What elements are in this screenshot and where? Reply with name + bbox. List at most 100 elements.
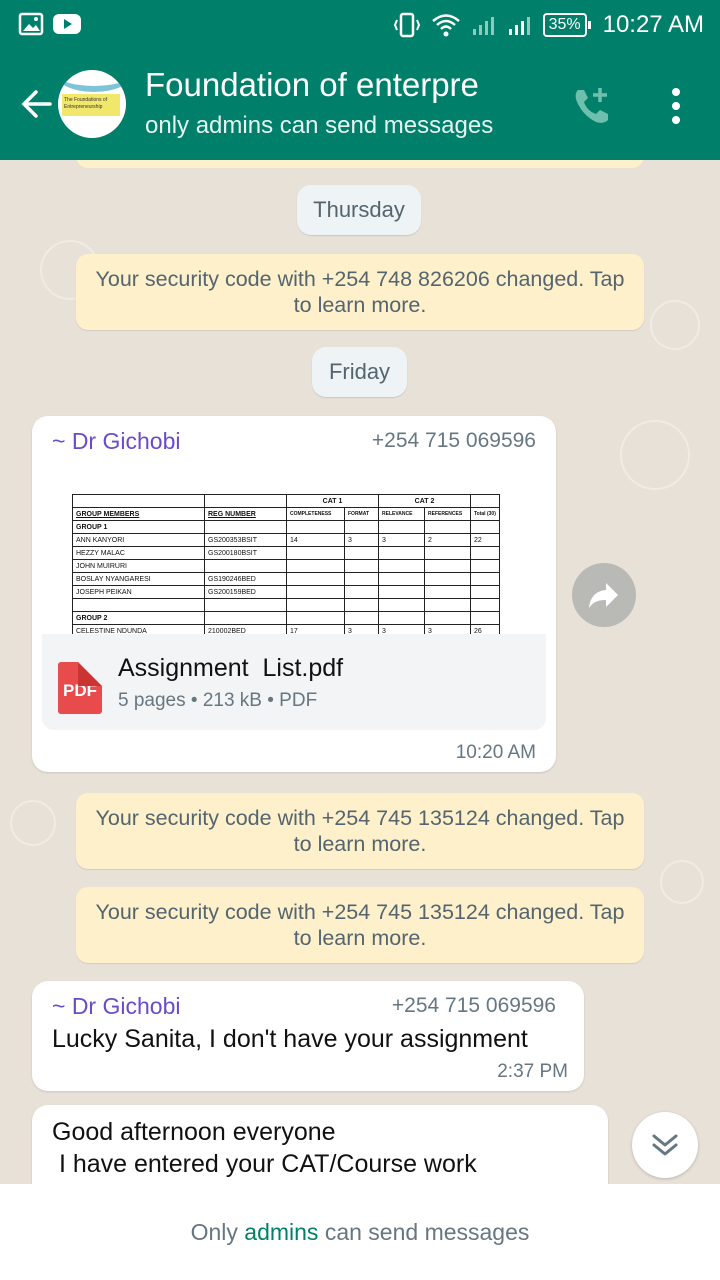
preview-cell: JOHN MUIRURI [72, 559, 205, 573]
preview-group-header: CAT 2 [378, 494, 471, 508]
chat-title[interactable]: Foundation of enterpre [145, 66, 565, 104]
file-info[interactable]: PDF Assignment List.pdf 5 pages • 213 kB… [42, 634, 546, 730]
preview-row: GROUP 2 [72, 611, 500, 625]
preview-row: BOSLAY NYANGARESI GS190246BED [72, 572, 500, 586]
security-notice[interactable]: Your security code with +254 745 135124 … [76, 793, 644, 869]
preview-cell: GS200159BED [204, 585, 287, 599]
preview-cell [286, 611, 345, 625]
preview-cell: 3 [344, 624, 379, 634]
preview-cell: 26 [470, 624, 500, 634]
preview-cell: HEZZY MALAC [72, 546, 205, 560]
gallery-icon [18, 12, 44, 36]
preview-cell: 17 [286, 624, 345, 634]
message-time: 10:20 AM [455, 742, 536, 763]
preview-column-header: COMPLETENESS [286, 507, 345, 521]
file-name: Assignment List.pdf [118, 654, 344, 682]
youtube-icon [53, 14, 81, 34]
preview-row: HEZZY MALAC GS200180BSIT [72, 546, 500, 560]
security-notice[interactable]: Your security code with +254 745 135124 … [76, 887, 644, 963]
sender-name[interactable]: ~ Dr Gichobi [52, 993, 180, 1020]
status-bar: 35% 10:27 AM [0, 0, 720, 50]
wifi-icon [431, 14, 460, 37]
document-preview[interactable]: CAT 1 CAT 2 GROUP MEMBERS REG NUMBER COMPLET… [42, 480, 546, 634]
preview-cell: ANN KANYORI [72, 533, 205, 547]
preview-cell: GROUP 1 [72, 520, 205, 534]
preview-row: ANN KANYORI GS200353BSIT 14 3 3 2 22 [72, 533, 500, 547]
chat-subtitle: only admins can send messages [145, 112, 494, 139]
vibrate-icon [393, 12, 420, 38]
preview-cell: GS200353BSIT [204, 533, 287, 547]
preview-cell [344, 611, 379, 625]
preview-cell [344, 572, 379, 586]
scroll-to-bottom-button[interactable] [632, 1112, 698, 1178]
security-notice[interactable]: Your security code with +254 748 826206 … [76, 254, 644, 330]
preview-row: CELESTINE NDUNDA 210002BED 17 3 3 3 26 [72, 624, 500, 634]
preview-cell [470, 520, 500, 534]
preview-group-header: CAT 1 [286, 494, 379, 508]
preview-cell [72, 598, 205, 612]
message-text: I have entered your CAT/Course work [52, 1150, 477, 1178]
admins-link[interactable]: admins [244, 1219, 318, 1245]
preview-group-header [470, 494, 500, 508]
preview-cell [344, 546, 379, 560]
message-text: Good afternoon everyone [52, 1118, 336, 1146]
preview-cell [424, 611, 471, 625]
preview-cell [286, 546, 345, 560]
message-text: Lucky Sanita, I don't have your assignme… [52, 1025, 528, 1053]
preview-table: CAT 1 CAT 2 GROUP MEMBERS REG NUMBER COMPLET… [72, 494, 500, 634]
forward-icon [589, 583, 618, 608]
preview-cell: 14 [286, 533, 345, 547]
avatar-label: The Foundations of Entrepreneurship [62, 94, 120, 116]
preview-cell [204, 559, 287, 573]
group-avatar[interactable]: The Foundations of Entrepreneurship [58, 70, 126, 138]
file-meta: 5 pages • 213 kB • PDF [118, 690, 318, 711]
preview-cell [286, 520, 345, 534]
sender-phone: +254 715 069596 [391, 994, 556, 1017]
preview-cell: 3 [378, 624, 425, 634]
sender-phone: +254 715 069596 [371, 429, 536, 452]
more-vert-icon[interactable] [664, 86, 688, 126]
preview-column-header: REG NUMBER [204, 507, 287, 521]
preview-cell [424, 520, 471, 534]
preview-cell [424, 546, 471, 560]
preview-cell: BOSLAY NYANGARESI [72, 572, 205, 586]
double-chevron-down-icon [652, 1134, 678, 1156]
signal-icon [472, 17, 494, 35]
preview-cell [378, 572, 425, 586]
back-arrow-icon[interactable] [14, 84, 54, 124]
preview-cell: 210002BED [204, 624, 287, 634]
forward-button[interactable] [572, 563, 636, 627]
preview-cell [344, 520, 379, 534]
preview-row: GROUP 1 [72, 520, 500, 534]
preview-row: JOSEPH PEIKAN GS200159BED [72, 585, 500, 599]
preview-column-header: Total (30) [470, 507, 500, 521]
preview-cell: CELESTINE NDUNDA [72, 624, 205, 634]
preview-cell [344, 559, 379, 573]
pdf-icon: PDF [58, 662, 102, 714]
footer-suffix: can send messages [318, 1219, 530, 1245]
preview-cell: JOSEPH PEIKAN [72, 585, 205, 599]
preview-row: JOHN MUIRURI [72, 559, 500, 573]
text-message[interactable]: ~ Dr Gichobi +254 715 069596 Lucky Sanit… [32, 981, 584, 1091]
preview-cell [286, 598, 345, 612]
footer-prefix: Only [190, 1219, 245, 1245]
preview-cell: 3 [378, 533, 425, 547]
date-divider-friday: Friday [312, 347, 407, 397]
message-list[interactable]: Thursday Your security code with +254 74… [0, 160, 720, 1184]
add-call-icon[interactable] [570, 84, 614, 128]
preview-cell [286, 559, 345, 573]
sender-name[interactable]: ~ Dr Gichobi [52, 428, 180, 455]
preview-cell: 3 [424, 624, 471, 634]
preview-cell [378, 520, 425, 534]
preview-column-header: GROUP MEMBERS [72, 507, 205, 521]
preview-group-header [204, 494, 287, 508]
preview-cell [204, 611, 287, 625]
preview-cell [204, 520, 287, 534]
date-divider-thursday: Thursday [297, 185, 421, 235]
preview-cell: 3 [344, 533, 379, 547]
document-message[interactable]: ~ Dr Gichobi +254 715 069596 CAT 1 CAT 2 G… [32, 416, 556, 772]
text-message[interactable]: Good afternoon everyone I have entered y… [32, 1105, 608, 1184]
preview-cell [378, 559, 425, 573]
chat-header: The Foundations of Entrepreneurship Foun… [0, 50, 720, 160]
preview-row [72, 598, 500, 612]
